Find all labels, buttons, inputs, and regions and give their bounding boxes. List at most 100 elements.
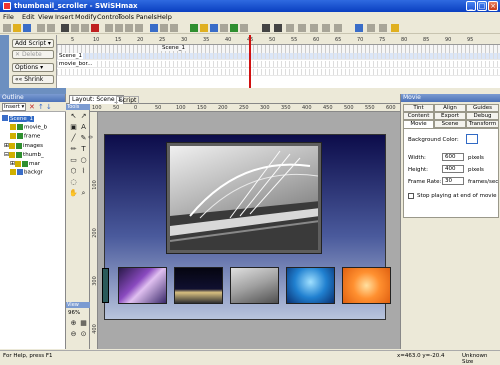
step-back-icon[interactable] (298, 24, 306, 32)
move-down-icon[interactable] (115, 24, 123, 32)
button-icon[interactable] (210, 24, 218, 32)
redo-icon[interactable] (47, 24, 55, 32)
zoom-out-icon[interactable]: ⊖ (69, 330, 78, 339)
new-icon[interactable] (3, 24, 11, 32)
add-script-button[interactable]: Add Script ▾ (12, 39, 54, 48)
sound-icon[interactable] (240, 24, 248, 32)
menu-file[interactable]: File (3, 13, 14, 21)
tab-align[interactable]: Align (434, 104, 466, 112)
group-icon[interactable] (150, 24, 158, 32)
timeline-grid[interactable]: 5101520253035404550556065707580859095 Sc… (57, 35, 500, 88)
move-up-icon[interactable] (105, 24, 113, 32)
fit-icon[interactable]: ▦ (79, 319, 88, 328)
delete-icon[interactable] (91, 24, 99, 32)
hand-tool-icon[interactable]: ✋ (69, 189, 78, 198)
cut-icon[interactable] (61, 24, 69, 32)
delete-object-icon[interactable]: ✕ (29, 103, 35, 111)
delete-button[interactable]: ✕ Delete (12, 50, 54, 59)
play-icon[interactable] (274, 24, 282, 32)
tab-tint[interactable]: Tint (403, 104, 434, 112)
height-input[interactable]: 400 (442, 165, 464, 173)
tab-guides[interactable]: Guides (466, 104, 499, 112)
menu-view[interactable]: View (38, 13, 53, 21)
play-effect-icon[interactable] (286, 24, 294, 32)
text-icon[interactable] (200, 24, 208, 32)
undo-icon[interactable] (37, 24, 45, 32)
menu-modify[interactable]: Modify (75, 13, 97, 21)
menu-insert[interactable]: Insert (55, 13, 74, 21)
timeline-row-scene[interactable]: Scene_1 (57, 53, 500, 60)
rewind-icon[interactable] (322, 24, 330, 32)
ungroup-icon[interactable] (160, 24, 168, 32)
step-forward-icon[interactable] (310, 24, 318, 32)
maximize-button[interactable]: □ (477, 1, 487, 11)
stop-icon[interactable] (262, 24, 270, 32)
fill-tool-icon[interactable]: ▣ (69, 123, 78, 132)
move-up-object-icon[interactable]: ↑ (38, 103, 44, 111)
tab-scene[interactable]: Scene (434, 120, 466, 128)
text-tool-icon[interactable]: A (79, 123, 88, 132)
image-icon[interactable] (230, 24, 238, 32)
publish-icon[interactable] (391, 24, 399, 32)
motion-path-tool-icon[interactable]: ⌇ (79, 167, 88, 176)
thumbnail-1[interactable] (118, 267, 167, 304)
type-tool-icon[interactable]: T (79, 145, 88, 154)
thumbnail-4[interactable] (286, 267, 335, 304)
send-back-icon[interactable] (135, 24, 143, 32)
tab-movie[interactable]: Movie (403, 120, 434, 128)
autoshape-tool-icon[interactable]: ⬡ (69, 167, 78, 176)
tree-item-images[interactable]: ⊞ images (4, 142, 43, 150)
open-icon[interactable] (13, 24, 21, 32)
insert-dropdown[interactable]: Insert ▾ (2, 103, 26, 111)
pencil-tool-icon[interactable]: ✏ (69, 145, 78, 154)
menu-panels[interactable]: Panels (136, 13, 157, 21)
framerate-input[interactable]: 30 (442, 177, 464, 185)
main-photo-frame[interactable] (166, 142, 322, 254)
scene-icon[interactable] (190, 24, 198, 32)
tree-item-mar[interactable]: ⊞ mar (10, 160, 40, 168)
bring-front-icon[interactable] (125, 24, 133, 32)
tree-item-movie-border[interactable]: movie_b (10, 124, 47, 132)
thumbnail-2[interactable] (174, 267, 223, 304)
tab-transform[interactable]: Transform (466, 120, 499, 128)
align-icon[interactable] (170, 24, 178, 32)
select-tool-icon[interactable]: ↖ (69, 112, 78, 121)
tab-content[interactable]: Content (403, 112, 434, 120)
pen-tool-icon[interactable]: ✎ (79, 134, 88, 143)
tab-export[interactable]: Export (434, 112, 466, 120)
scroll-handle-left[interactable] (102, 268, 109, 303)
test-icon[interactable] (379, 24, 387, 32)
zoom-level[interactable]: 96% (68, 310, 80, 316)
timeline-side-tab[interactable] (0, 35, 9, 88)
tab-debug[interactable]: Debug (466, 112, 499, 120)
tree-item-scene[interactable]: Scene_1 (2, 115, 35, 123)
rectangle-tool-icon[interactable]: ▭ (69, 156, 78, 165)
options-button[interactable]: Options ▾ (12, 63, 54, 72)
preview-browser-icon[interactable] (355, 24, 363, 32)
menu-help[interactable]: Help (157, 13, 172, 21)
tree-item-background[interactable]: backgr (10, 169, 43, 177)
move-down-object-icon[interactable]: ↓ (46, 103, 52, 111)
lasso-tool-icon[interactable]: ◌ (69, 178, 78, 187)
shrink-button[interactable]: «« Shrink (12, 75, 54, 84)
paste-icon[interactable] (81, 24, 89, 32)
thumbnail-5[interactable] (342, 267, 391, 304)
fast-forward-icon[interactable] (334, 24, 342, 32)
close-button[interactable]: × (488, 1, 498, 11)
timeline-row-movie-border[interactable]: movie_bor... (57, 61, 500, 68)
tab-script[interactable]: Script (116, 96, 140, 104)
copy-icon[interactable] (71, 24, 79, 32)
zoom-in-icon[interactable]: ⊕ (69, 319, 78, 328)
save-icon[interactable] (23, 24, 31, 32)
menu-control[interactable]: Control (97, 13, 121, 21)
tree-item-thumb[interactable]: ⊟ thumb_ (4, 151, 44, 159)
thumbnail-3[interactable] (230, 267, 279, 304)
menu-edit[interactable]: Edit (22, 13, 35, 21)
minimize-button[interactable]: _ (466, 1, 476, 11)
line-tool-icon[interactable]: ╱ (69, 134, 78, 143)
zoom-selection-icon[interactable]: ⊙ (79, 330, 88, 339)
menu-tools[interactable]: Tools (118, 13, 134, 21)
export-icon[interactable] (367, 24, 375, 32)
ellipse-tool-icon[interactable]: ○ (79, 156, 88, 165)
stop-checkbox[interactable] (408, 193, 414, 199)
